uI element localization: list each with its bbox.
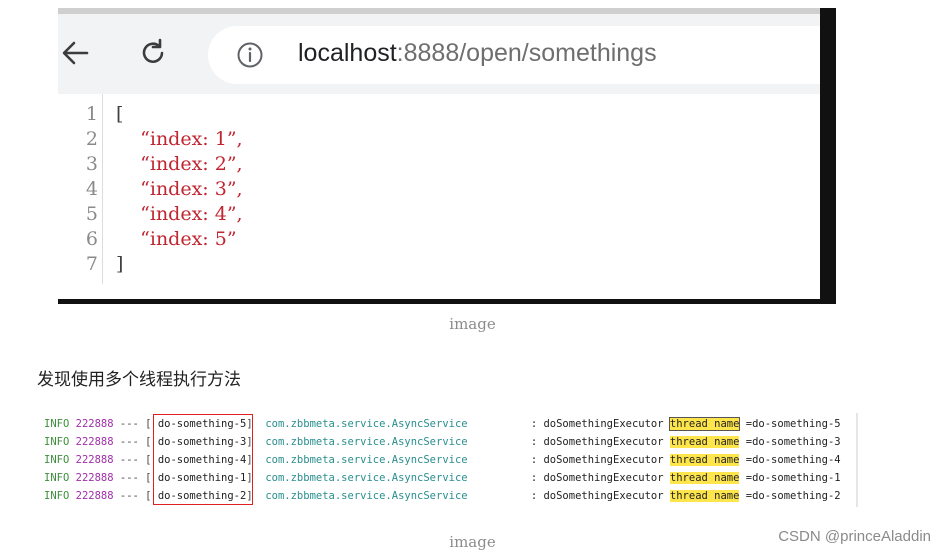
log-class: com.zbbmeta.service.AsyncService: [265, 490, 468, 502]
json-string: “index: 5”: [116, 228, 237, 250]
image-caption: image: [449, 315, 496, 333]
log-value: =do-something-5: [739, 418, 841, 430]
line-number: 7: [85, 253, 98, 275]
address-bar[interactable]: localhost:8888/open/somethings: [208, 26, 820, 84]
log-pid: 222888: [75, 490, 114, 502]
json-string: “index: 1”,: [116, 128, 243, 150]
watermark: CSDN @princeAladdin: [778, 528, 931, 545]
log-class: com.zbbmeta.service.AsyncService: [265, 472, 468, 484]
browser-screenshot: localhost:8888/open/somethings 1 2 3 4 5…: [58, 8, 836, 304]
log-highlight: thread name: [668, 417, 741, 431]
json-string: “index: 3”,: [116, 178, 243, 200]
line-number: 1: [85, 103, 98, 125]
log-level: INFO: [44, 436, 70, 448]
log-class: com.zbbmeta.service.AsyncService: [265, 418, 468, 430]
line-number: 4: [85, 178, 98, 200]
browser-toolbar: localhost:8888/open/somethings: [58, 14, 820, 94]
log-separator: ---: [113, 436, 146, 448]
log-highlight: thread name: [669, 454, 740, 466]
log-class: com.zbbmeta.service.AsyncService: [265, 454, 468, 466]
log-separator: ---: [113, 454, 146, 466]
log-value: =do-something-2: [739, 490, 841, 502]
json-string: “index: 2”,: [116, 153, 243, 175]
url-host: localhost: [298, 39, 397, 67]
log-value: =do-something-3: [739, 436, 841, 448]
log-level: INFO: [44, 454, 70, 466]
window-right-edge: [820, 8, 836, 304]
paragraph-text: 发现使用多个线程执行方法: [37, 370, 241, 389]
info-icon[interactable]: [236, 41, 264, 69]
log-highlight: thread name: [669, 472, 740, 484]
url-path: :8888/open/somethings: [396, 39, 657, 67]
log-separator: ---: [113, 472, 146, 484]
log-screenshot: INFO 222888 --- [ do-something-5] com.zb…: [40, 413, 858, 521]
log-message: : doSomethingExecutor: [530, 454, 670, 466]
log-message: : doSomethingExecutor: [530, 472, 670, 484]
line-number: 2: [85, 128, 98, 150]
json-string: “index: 4”,: [116, 203, 243, 225]
url-text[interactable]: localhost:8888/open/somethings: [298, 39, 657, 68]
json-viewer: 1 2 3 4 5 6 7 [ “index: 1”, “index: 2”, …: [58, 94, 820, 299]
log-message: : doSomethingExecutor: [530, 490, 670, 502]
window-bottom-edge: [58, 299, 836, 304]
log-pid: 222888: [75, 436, 114, 448]
log-separator: ---: [113, 490, 146, 502]
gutter-divider: [102, 94, 103, 284]
line-number: 5: [85, 203, 98, 225]
log-message: : doSomethingExecutor: [530, 418, 670, 430]
back-arrow-icon[interactable]: [58, 36, 92, 70]
log-highlight: thread name: [669, 490, 740, 502]
log-level: INFO: [44, 490, 70, 502]
log-value: =do-something-4: [739, 454, 841, 466]
log-highlight: thread name: [669, 436, 740, 448]
screenshot-edge: [856, 413, 858, 507]
log-pid: 222888: [75, 418, 114, 430]
log-separator: ---: [113, 418, 146, 430]
log-level: INFO: [44, 472, 70, 484]
log-pid: 222888: [75, 472, 114, 484]
log-class: com.zbbmeta.service.AsyncService: [265, 436, 468, 448]
thread-name-highlight-box: [153, 414, 253, 505]
log-level: INFO: [44, 418, 70, 430]
reload-icon[interactable]: [136, 36, 170, 70]
log-message: : doSomethingExecutor: [530, 436, 670, 448]
json-bracket-close: ]: [116, 253, 124, 275]
log-pid: 222888: [75, 454, 114, 466]
line-number: 6: [85, 228, 98, 250]
log-value: =do-something-1: [739, 472, 841, 484]
json-bracket-open: [: [116, 103, 124, 125]
line-number: 3: [85, 153, 98, 175]
